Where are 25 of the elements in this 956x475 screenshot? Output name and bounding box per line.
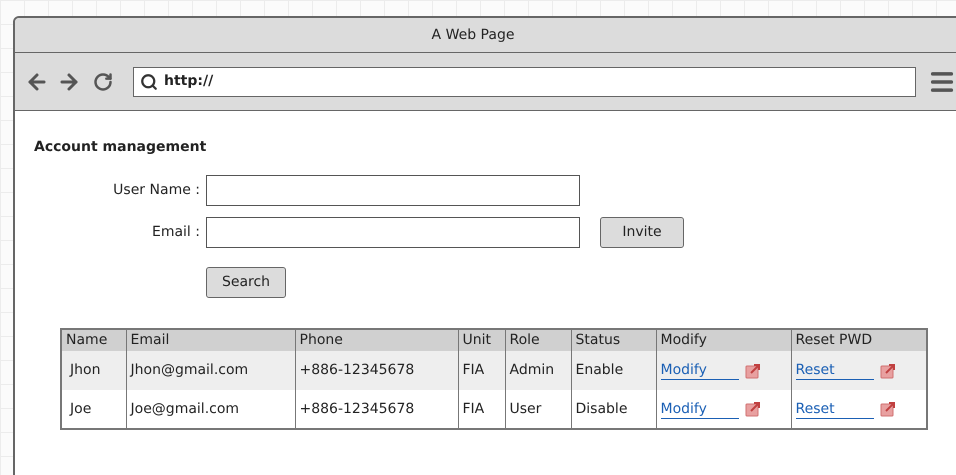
- external-link-icon: [880, 362, 896, 378]
- field-label: User Name :: [112, 181, 201, 200]
- input-field[interactable]: [206, 175, 580, 206]
- table-cell: Joe@gmail.com: [126, 390, 295, 429]
- input-field[interactable]: [206, 217, 580, 248]
- table-link[interactable]: Modify: [660, 400, 738, 418]
- address-field[interactable]: http://: [133, 66, 916, 96]
- search-icon: [140, 72, 158, 90]
- search-button[interactable]: Search: [206, 267, 286, 298]
- section-heading: Account management: [34, 138, 208, 157]
- table-link[interactable]: Reset: [796, 400, 874, 418]
- table-cell: FIA: [458, 390, 505, 429]
- external-link-icon: [744, 362, 760, 378]
- external-link-icon: [744, 401, 760, 417]
- reload-icon[interactable]: [93, 72, 113, 92]
- external-link-icon: [880, 401, 896, 417]
- table-cell: Joe: [61, 390, 126, 429]
- table-cell: User: [505, 390, 571, 429]
- invite-button[interactable]: Invite: [600, 217, 684, 248]
- window-title: A Web Page: [432, 26, 514, 44]
- table-link[interactable]: Modify: [660, 361, 738, 380]
- table-cell: +886-12345678: [295, 390, 458, 429]
- table-link[interactable]: Reset: [796, 361, 874, 380]
- table-cell: Disable: [571, 390, 656, 429]
- field-label: Email :: [150, 223, 201, 242]
